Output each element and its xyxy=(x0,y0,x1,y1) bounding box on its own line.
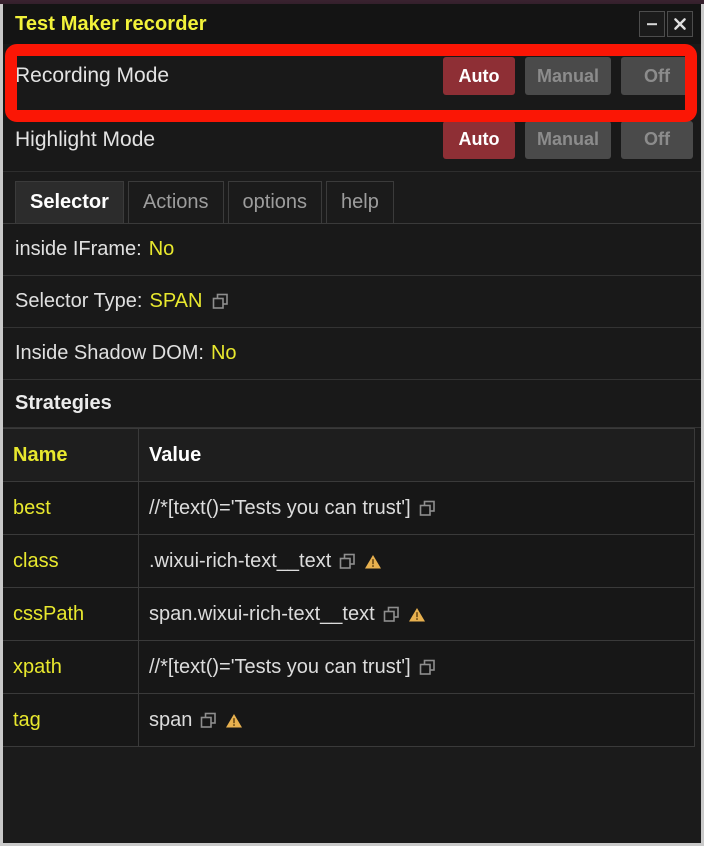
strategy-value-text: span.wixui-rich-text__text xyxy=(149,602,375,625)
recording-mode-auto-button[interactable]: Auto xyxy=(442,57,515,95)
recorder-window: Test Maker recorder Recording Mode Auto … xyxy=(0,4,704,846)
highlight-mode-auto-button[interactable]: Auto xyxy=(442,120,515,159)
table-row: cssPath span.wixui-rich-text__text xyxy=(3,587,695,641)
recording-mode-row: Recording Mode Auto Manual Off xyxy=(3,44,701,108)
table-row: best //*[text()='Tests you can trust'] xyxy=(3,481,695,535)
tab-actions[interactable]: Actions xyxy=(127,181,224,223)
tab-help[interactable]: help xyxy=(326,181,394,223)
highlight-mode-label: Highlight Mode xyxy=(15,127,156,151)
strategies-header-row: Name Value xyxy=(3,428,695,482)
strategy-name-tag: tag xyxy=(3,693,139,747)
strategy-value-tag: span xyxy=(138,693,695,747)
recording-mode-off-button[interactable]: Off xyxy=(621,57,693,95)
strategy-value-class: .wixui-rich-text__text xyxy=(138,534,695,588)
minimize-icon xyxy=(645,17,659,31)
strategies-header-name: Name xyxy=(3,428,139,482)
inside-shadow-dom-value: No xyxy=(210,342,237,364)
strategy-value-best: //*[text()='Tests you can trust'] xyxy=(138,481,695,535)
table-row: class .wixui-rich-text__text xyxy=(3,534,695,588)
inside-shadow-dom-label: Inside Shadow DOM: xyxy=(15,342,204,364)
strategy-value-text: //*[text()='Tests you can trust'] xyxy=(149,496,411,519)
strategies-table: Name Value best //*[text()='Tests you ca… xyxy=(3,428,695,747)
strategy-value-csspath: span.wixui-rich-text__text xyxy=(138,587,695,641)
strategy-value-text: .wixui-rich-text__text xyxy=(149,549,332,572)
close-icon xyxy=(673,17,687,31)
inside-iframe-value: No xyxy=(148,238,175,260)
strategy-value-text: //*[text()='Tests you can trust'] xyxy=(149,655,411,678)
strategy-name-class: class xyxy=(3,534,139,588)
table-row: xpath //*[text()='Tests you can trust'] xyxy=(3,640,695,694)
minimize-button[interactable] xyxy=(639,11,665,37)
copy-icon[interactable] xyxy=(339,553,356,570)
selector-type-label: Selector Type: xyxy=(15,290,143,312)
highlight-mode-off-button[interactable]: Off xyxy=(621,120,693,159)
info-row-selector-type: Selector Type: SPAN xyxy=(3,276,701,328)
strategy-name-best: best xyxy=(3,481,139,535)
warning-icon[interactable] xyxy=(408,606,426,623)
strategy-value-text: span xyxy=(149,708,193,731)
table-row: tag span xyxy=(3,693,695,747)
copy-icon[interactable] xyxy=(419,659,436,676)
highlight-mode-row: Highlight Mode Auto Manual Off xyxy=(3,108,701,172)
strategies-table-body: best //*[text()='Tests you can trust'] c… xyxy=(3,481,695,747)
panel-empty-space xyxy=(3,747,701,843)
highlight-mode-manual-button[interactable]: Manual xyxy=(524,120,611,159)
strategy-name-csspath: cssPath xyxy=(3,587,139,641)
warning-icon[interactable] xyxy=(225,712,243,729)
tab-selector[interactable]: Selector xyxy=(15,181,124,223)
tab-options[interactable]: options xyxy=(227,181,323,223)
strategy-value-xpath: //*[text()='Tests you can trust'] xyxy=(138,640,695,694)
copy-icon[interactable] xyxy=(200,712,217,729)
copy-icon[interactable] xyxy=(419,500,436,517)
copy-icon[interactable] xyxy=(212,293,229,310)
info-row-inside-shadow-dom: Inside Shadow DOM: No xyxy=(3,328,701,380)
strategy-name-xpath: xpath xyxy=(3,640,139,694)
window-titlebar: Test Maker recorder xyxy=(3,4,701,44)
strategies-table-head: Name Value xyxy=(3,428,695,482)
inside-iframe-label: inside IFrame: xyxy=(15,238,142,260)
selector-type-value: SPAN xyxy=(149,290,203,312)
copy-icon[interactable] xyxy=(383,606,400,623)
close-button[interactable] xyxy=(667,11,693,37)
tab-bar: Selector Actions options help xyxy=(3,172,701,224)
mode-area: Recording Mode Auto Manual Off Highlight… xyxy=(3,44,701,172)
recording-mode-manual-button[interactable]: Manual xyxy=(524,57,611,95)
strategies-header-value: Value xyxy=(138,428,695,482)
window-title: Test Maker recorder xyxy=(15,12,207,35)
info-row-inside-iframe: inside IFrame: No xyxy=(3,224,701,276)
warning-icon[interactable] xyxy=(364,553,382,570)
strategies-heading: Strategies xyxy=(3,380,701,428)
recording-mode-label: Recording Mode xyxy=(15,64,170,87)
